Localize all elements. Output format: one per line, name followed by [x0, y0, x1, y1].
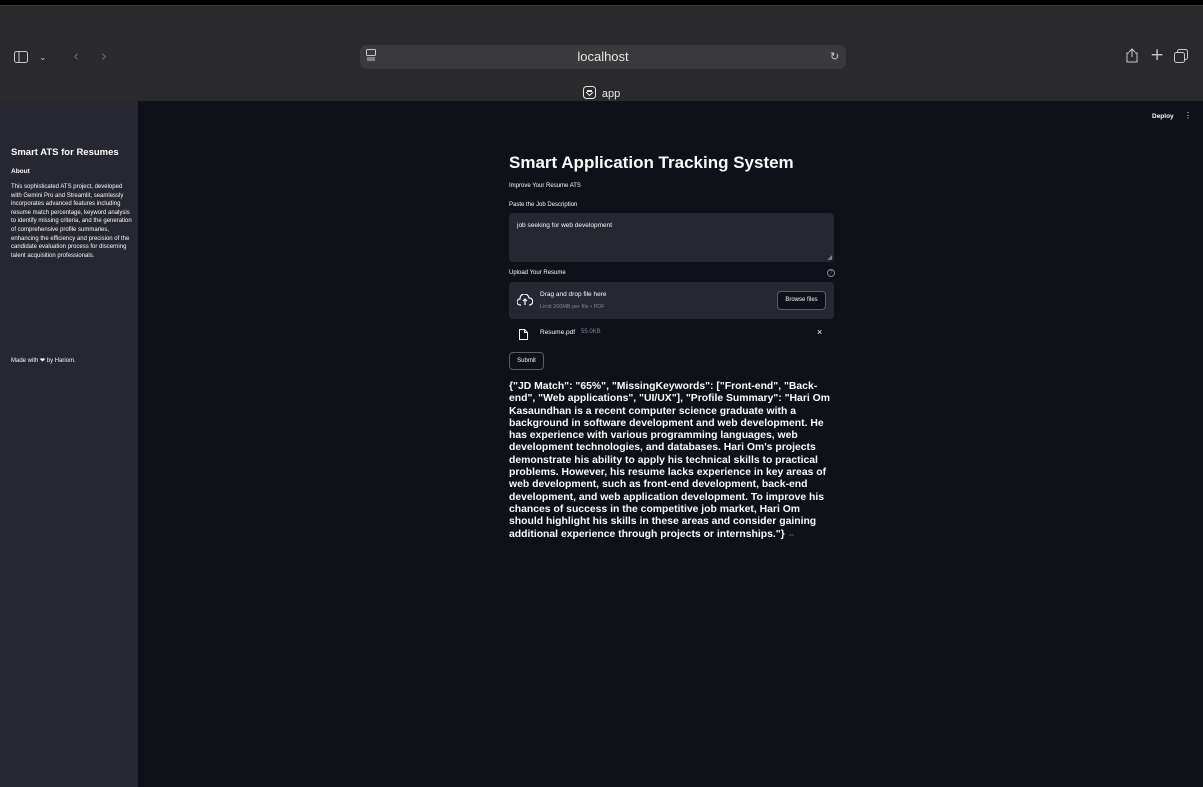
deploy-button[interactable]: Deploy [1152, 113, 1174, 120]
upload-label: Upload Your Resume [509, 270, 566, 276]
sidebar-icon[interactable] [14, 50, 28, 66]
browse-files-button[interactable]: Browse files [777, 291, 826, 310]
heart-icon: ❤ [40, 358, 46, 364]
sidebar-title: Smart ATS for Resumes [11, 147, 119, 158]
new-tab-icon[interactable]: + [1150, 47, 1164, 64]
reload-icon[interactable]: ↻ [830, 49, 839, 65]
help-icon[interactable]: ? [827, 269, 835, 277]
tab-title-text: app [601, 88, 621, 100]
resize-handle-icon[interactable]: ◢ [827, 254, 832, 261]
file-icon [519, 327, 528, 345]
made-with-suffix: by Hariom. [46, 358, 76, 364]
app-area: Smart ATS for Resumes About This sophist… [0, 101, 1203, 787]
dropzone-text: Drag and drop file here [540, 291, 607, 298]
job-description-value[interactable]: job seeking for web development [517, 222, 612, 229]
app-favicon-icon [582, 86, 596, 102]
sidebar-made-with: Made with ❤ by Hariom. [11, 357, 76, 364]
result-output: {"JD Match": "65%", "MissingKeywords": [… [509, 381, 834, 541]
main-menu-icon[interactable]: ⋮ [1184, 111, 1192, 120]
address-bar[interactable]: localhost ↻ [360, 45, 846, 69]
sidebar-about-text: This sophisticated ATS project, develope… [11, 184, 132, 259]
cloud-upload-icon [516, 293, 534, 311]
made-with-prefix: Made with [11, 358, 39, 364]
submit-button[interactable]: Submit [509, 352, 544, 370]
sidebar-about-heading: About [11, 168, 30, 175]
page-title: Smart Application Tracking System [509, 153, 794, 172]
result-text: {"JD Match": "65%", "MissingKeywords": [… [509, 381, 830, 540]
sidebar: Smart ATS for Resumes About This sophist… [0, 101, 138, 787]
browser-toolbar: ⌄ ‹ › localhost ↻ + app [0, 5, 1203, 101]
tab-title[interactable]: app [0, 86, 1203, 102]
back-icon[interactable]: ‹ [73, 48, 79, 64]
file-dropzone[interactable]: Drag and drop file here Limit 200MB per … [509, 282, 834, 319]
remove-file-icon[interactable]: × [817, 327, 822, 337]
file-name: Resume.pdf [540, 329, 576, 336]
tab-overview-icon[interactable] [1174, 49, 1188, 66]
dropzone-limit: Limit 200MB per file • PDF [540, 304, 605, 310]
share-icon[interactable] [1126, 48, 1138, 66]
file-size: 55.0KB [581, 329, 601, 335]
forward-icon[interactable]: › [101, 48, 107, 64]
chevron-down-icon[interactable]: ⌄ [39, 50, 47, 66]
link-icon[interactable]: ⇔ [788, 530, 796, 539]
url-text[interactable]: localhost [360, 49, 846, 64]
page-subtitle: Improve Your Resume ATS [509, 183, 581, 189]
job-description-textarea[interactable]: job seeking for web development ◢ [509, 213, 834, 262]
jd-label: Paste the Job Description [509, 202, 578, 208]
screen: ⌄ ‹ › localhost ↻ + app Smart ATS for Re… [0, 0, 1203, 787]
uploaded-file-row: Resume.pdf 55.0KB × [509, 327, 834, 341]
